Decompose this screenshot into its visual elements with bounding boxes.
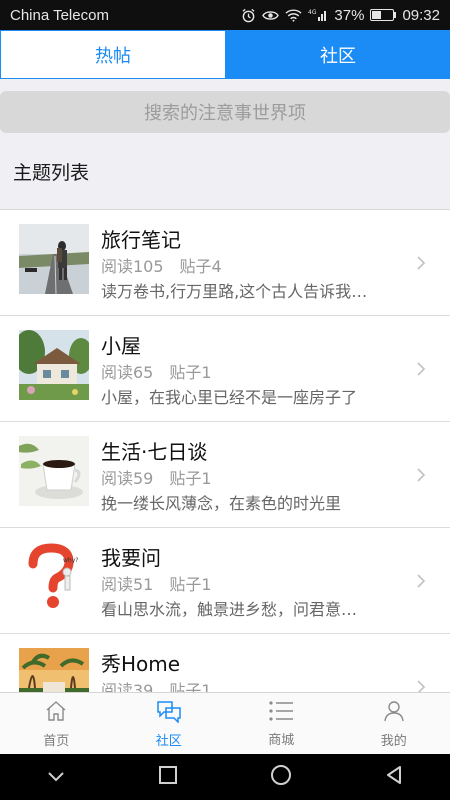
topic-stats: 阅读59 贴子1 (101, 465, 212, 489)
nav-label: 商城 (268, 732, 295, 748)
cottage-photo-icon (19, 330, 89, 400)
search-input[interactable]: 搜索的注意事世界项 (0, 91, 450, 133)
nav-item-mine[interactable]: 我的 (338, 693, 450, 754)
carrier-name: China Telecom (10, 6, 109, 24)
section-title: 主题列表 (13, 162, 90, 184)
topic-title: 生活·七日谈 (101, 440, 208, 464)
wifi-icon (285, 8, 302, 22)
nav-label: 我的 (380, 733, 407, 749)
traveler-photo-icon (19, 224, 89, 294)
status-bar: China Telecom 4G 37% 09:32 (0, 0, 450, 30)
tab-hot-posts[interactable]: 热帖 (0, 30, 226, 79)
topic-stats: 阅读65 贴子1 (101, 359, 212, 383)
svg-text:4G: 4G (308, 9, 317, 16)
battery-icon (370, 9, 397, 21)
topic-summary: 看山思水流，触景进乡愁，问君意何求 (101, 600, 369, 619)
read-count: 阅读105 (101, 257, 164, 276)
palm-house-photo-icon (19, 648, 89, 692)
topic-summary: 小屋，在我心里已经不是一座房子了 (101, 388, 358, 407)
post-count: 贴子1 (169, 363, 212, 382)
list-item[interactable]: 小屋 阅读65 贴子1 小屋，在我心里已经不是一座房子了 (0, 316, 450, 422)
question-mark-figure-icon: why? (19, 542, 89, 612)
clock-time: 09:32 (402, 6, 440, 24)
topic-title: 小屋 (101, 334, 141, 358)
list-item[interactable]: 秀Home 阅读39 贴子1 (0, 634, 450, 692)
chevron-right-icon (416, 467, 426, 487)
chevron-right-icon (416, 361, 426, 381)
top-tab-bar: 热帖 社区 (0, 30, 450, 79)
topic-stats: 阅读51 贴子1 (101, 571, 212, 595)
read-count: 阅读65 (101, 363, 154, 382)
list-item[interactable]: why? 我要问 阅读51 贴子1 看山思水流，触景进乡愁，问君意何求 (0, 528, 450, 634)
bottom-nav: 首页 社区 商城 我的 (0, 692, 450, 754)
status-icons: 4G 37% 09:32 (241, 7, 440, 24)
nav-item-home[interactable]: 首页 (0, 693, 113, 754)
topic-summary: 挽一缕长风薄念，在素色的时光里 (101, 494, 342, 513)
topic-stats: 阅读105 贴子4 (101, 253, 222, 277)
list-icon (268, 700, 294, 726)
nav-label: 社区 (155, 733, 182, 749)
topic-title: 旅行笔记 (101, 228, 181, 252)
tab-community[interactable]: 社区 (226, 30, 450, 79)
home-circle-icon[interactable] (270, 764, 292, 790)
back-triangle-icon[interactable] (384, 765, 404, 789)
read-count: 阅读51 (101, 575, 154, 594)
chevron-right-icon (416, 573, 426, 593)
nav-label: 首页 (43, 733, 70, 749)
list-item[interactable]: 旅行笔记 阅读105 贴子4 读万卷书,行万里路,这个古人告诉我们的道理 (0, 210, 450, 316)
home-icon (44, 699, 68, 727)
nav-item-mall[interactable]: 商城 (225, 693, 338, 754)
list-item[interactable]: 生活·七日谈 阅读59 贴子1 挽一缕长风薄念，在素色的时光里 (0, 422, 450, 528)
chevron-right-icon (416, 255, 426, 275)
chevron-right-icon (416, 679, 426, 692)
post-count: 贴子4 (179, 257, 222, 276)
svg-text:why?: why? (63, 557, 78, 564)
nav-item-community[interactable]: 社区 (113, 693, 226, 754)
topic-title: 我要问 (101, 546, 161, 570)
post-count: 贴子1 (169, 681, 212, 692)
read-count: 阅读59 (101, 469, 154, 488)
recents-square-icon[interactable] (158, 765, 178, 789)
topic-summary: 读万卷书,行万里路,这个古人告诉我们的道理 (101, 282, 369, 301)
topic-stats: 阅读39 贴子1 (101, 677, 212, 692)
coffee-cup-photo-icon (19, 436, 89, 506)
chat-icon (156, 699, 182, 727)
system-nav-bar (0, 754, 450, 800)
topic-list: 旅行笔记 阅读105 贴子4 读万卷书,行万里路,这个古人告诉我们的道理 小屋 (0, 209, 450, 692)
signal-icon: 4G (308, 8, 328, 22)
post-count: 贴子1 (169, 575, 212, 594)
eye-icon (262, 9, 280, 22)
post-count: 贴子1 (169, 469, 212, 488)
battery-percent: 37% (334, 6, 365, 24)
read-count: 阅读39 (101, 681, 154, 692)
chevron-down-icon[interactable] (46, 768, 66, 787)
person-icon (382, 699, 406, 727)
topic-title: 秀Home (101, 652, 181, 676)
search-area: 搜索的注意事世界项 (0, 79, 450, 145)
alarm-icon (241, 8, 256, 23)
